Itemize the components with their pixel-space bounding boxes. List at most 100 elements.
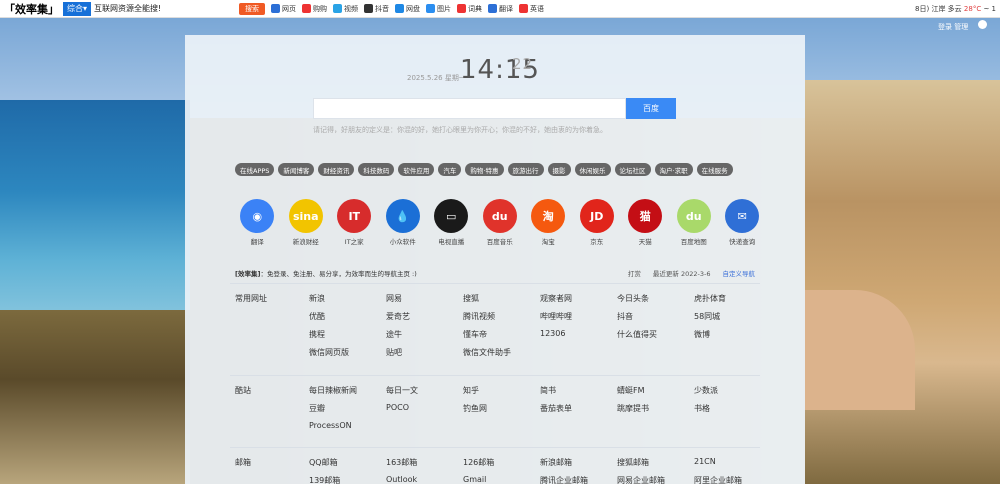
nav-link[interactable]: ProcessON [309, 421, 386, 430]
nav-link[interactable]: 虎扑体育 [694, 293, 771, 304]
nav-link[interactable]: 搜狐邮箱 [617, 457, 694, 468]
category-tag[interactable]: 软件应用 [398, 163, 435, 176]
date-text: 2025.5.26 星期一 [407, 74, 466, 82]
category-tag[interactable]: 论坛社区 [614, 163, 651, 176]
nav-link[interactable]: 163邮箱 [386, 457, 463, 468]
category-tag[interactable]: 新闻博客 [278, 163, 315, 176]
app-shortcut[interactable]: du 百度地图 [670, 199, 719, 246]
tip-link[interactable]: 打赏 [628, 268, 641, 278]
app-shortcut[interactable]: 淘淘宝 [524, 199, 573, 246]
nav-link[interactable]: 微信网页版 [309, 347, 386, 358]
nav-link[interactable]: 每日一文 [386, 385, 463, 396]
top-search-button[interactable]: 搜索 [239, 2, 266, 15]
nav-link[interactable]: 爱奇艺 [386, 311, 463, 322]
app-shortcut[interactable]: IT IT之家 [330, 199, 379, 246]
nav-link[interactable]: 搜狐 [463, 293, 540, 304]
app-label: 百度音乐 [486, 238, 513, 246]
nav-link[interactable]: 携程 [309, 329, 386, 340]
engine-label: 网盘 [406, 4, 421, 13]
app-shortcut[interactable]: 猫天猫 [621, 199, 670, 246]
search-engine-item[interactable]: 抖音 [364, 4, 389, 14]
nav-link[interactable]: QQ邮箱 [309, 457, 386, 468]
nav-link[interactable]: 微信文件助手 [463, 347, 540, 358]
nav-link[interactable]: 豆瓣 [309, 403, 386, 414]
app-label: 京东 [590, 238, 604, 246]
search-input[interactable] [313, 98, 626, 119]
nav-link[interactable]: 每日辣椒新闻 [309, 385, 386, 396]
category-tag[interactable]: 摄影 [547, 163, 571, 176]
app-shortcut[interactable]: JD 京东 [573, 199, 622, 246]
category-tag[interactable]: 科技数码 [358, 163, 395, 176]
custom-nav-link[interactable]: 自定义导航 [723, 268, 756, 278]
nav-link[interactable]: 微博 [694, 329, 771, 340]
app-shortcut[interactable]: ✉ 快递查询 [718, 199, 767, 246]
app-label: 快递查询 [729, 238, 756, 246]
nav-link[interactable]: POCO [386, 403, 463, 414]
engine-icon [488, 4, 498, 13]
app-icon: 💧 [385, 199, 420, 233]
site-logo[interactable]: 「效率集」 [0, 1, 63, 17]
nav-link[interactable]: 网易 [386, 293, 463, 304]
nav-link[interactable]: 懂车帝 [463, 329, 540, 340]
category-tag[interactable]: 财经资讯 [318, 163, 355, 176]
search-engine-item[interactable]: 翻译 [488, 4, 513, 14]
nav-link[interactable]: 21CN [694, 457, 771, 468]
nav-link[interactable]: 阿里企业邮箱 [694, 475, 771, 484]
nav-link[interactable]: 途牛 [386, 329, 463, 340]
app-shortcut[interactable]: du 百度音乐 [476, 199, 525, 246]
nav-link[interactable]: 新浪邮箱 [540, 457, 617, 468]
nav-link[interactable]: 126邮箱 [463, 457, 540, 468]
app-shortcut[interactable]: ▭ 电视直播 [427, 199, 476, 246]
search-engine-item[interactable]: 网页 [271, 4, 296, 14]
nav-link[interactable]: 简书 [540, 385, 617, 396]
nav-link[interactable]: 观察者网 [540, 293, 617, 304]
nav-link[interactable]: 哔哩哔哩 [540, 311, 617, 322]
nav-link[interactable]: 腾讯视频 [463, 311, 540, 322]
nav-link[interactable]: 139邮箱 [309, 475, 386, 484]
category-tag[interactable]: 汽车 [438, 163, 462, 176]
search-engine-item[interactable]: 英语 [519, 4, 544, 14]
nav-link[interactable]: 抖音 [617, 311, 694, 322]
login-links[interactable]: 登录 管理 [938, 22, 968, 32]
search-engine-item[interactable]: 网盘 [395, 4, 420, 14]
search-engine-item[interactable]: 词典 [457, 4, 482, 14]
nav-link[interactable]: 优酷 [309, 311, 386, 322]
category-tag[interactable]: 购物·特惠 [465, 163, 504, 176]
nav-link[interactable]: 书格 [694, 403, 771, 414]
nav-link[interactable]: 知乎 [463, 385, 540, 396]
search-engine-item[interactable]: 购购 [302, 4, 327, 14]
nav-link[interactable]: 贴吧 [386, 347, 463, 358]
nav-link[interactable]: Outlook [386, 475, 463, 484]
category-tag[interactable]: 在线服务 [696, 163, 733, 176]
nav-link[interactable]: 钓鱼网 [463, 403, 540, 414]
nav-link[interactable]: 跳摩提书 [617, 403, 694, 414]
app-icon: ✉ [725, 199, 760, 233]
search-engine-item[interactable]: 视频 [333, 4, 358, 14]
app-shortcut[interactable]: sina 新浪财经 [282, 199, 331, 246]
search-scope-select[interactable]: 综合 ▾ [63, 1, 92, 16]
nav-link[interactable]: Gmail [463, 475, 540, 484]
nav-link[interactable]: 腾讯企业邮箱 [540, 475, 617, 484]
category-tag[interactable]: 休闲娱乐 [574, 163, 611, 176]
category-tag[interactable]: 在线APPS [235, 163, 275, 176]
nav-link[interactable]: 蜻蜓FM [617, 385, 694, 396]
gear-icon[interactable] [978, 20, 987, 29]
nav-link[interactable]: 今日头条 [617, 293, 694, 304]
category-tag[interactable]: 淘户·求职 [654, 163, 693, 176]
app-icon: IT [337, 199, 372, 233]
engine-label: 抖音 [375, 4, 390, 13]
nav-link[interactable]: 网易企业邮箱 [617, 475, 694, 484]
nav-link[interactable]: 番茄表单 [540, 403, 617, 414]
app-icon: 淘 [531, 199, 566, 233]
weather-widget[interactable]: 8日) 江岸 多云 28°C ~ 1 [915, 4, 1000, 14]
app-shortcut[interactable]: 💧 小众软件 [379, 199, 428, 246]
nav-link[interactable]: 什么值得买 [617, 329, 694, 340]
nav-link[interactable]: 新浪 [309, 293, 386, 304]
nav-link[interactable]: 12306 [540, 329, 617, 340]
nav-link[interactable]: 少数派 [694, 385, 771, 396]
nav-link[interactable]: 58同城 [694, 311, 771, 322]
baidu-search-button[interactable]: 百度 [626, 98, 676, 119]
app-shortcut[interactable]: ◉ 翻译 [233, 199, 282, 246]
category-tag[interactable]: 旅游出行 [507, 163, 544, 176]
search-engine-item[interactable]: 图片 [426, 4, 451, 14]
